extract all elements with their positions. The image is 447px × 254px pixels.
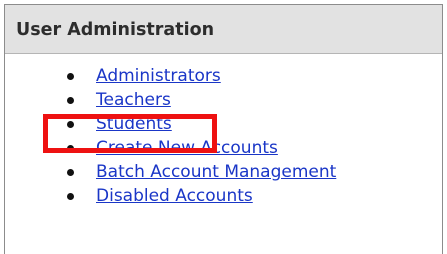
list-item-administrators: Administrators	[5, 64, 442, 88]
bullet-icon	[67, 169, 74, 176]
students-link[interactable]: Students	[96, 114, 172, 134]
bullet-icon	[67, 193, 74, 200]
panel-title: User Administration	[5, 5, 442, 54]
list-item-create-new-accounts: Create New Accounts	[5, 136, 442, 160]
create-new-accounts-link[interactable]: Create New Accounts	[96, 138, 278, 158]
list-item-teachers: Teachers	[5, 88, 442, 112]
list-item-disabled-accounts: Disabled Accounts	[5, 184, 442, 208]
bullet-icon	[67, 97, 74, 104]
user-administration-panel: User Administration Administrators Teach…	[4, 4, 443, 254]
list-item-batch-account-management: Batch Account Management	[5, 160, 442, 184]
batch-account-management-link[interactable]: Batch Account Management	[96, 162, 336, 182]
bullet-icon	[67, 145, 74, 152]
disabled-accounts-link[interactable]: Disabled Accounts	[96, 186, 253, 206]
teachers-link[interactable]: Teachers	[96, 90, 171, 110]
administrators-link[interactable]: Administrators	[96, 66, 221, 86]
admin-links-list: Administrators Teachers Students Create …	[5, 64, 442, 208]
bullet-icon	[67, 121, 74, 128]
bullet-icon	[67, 73, 74, 80]
list-item-students: Students	[5, 112, 442, 136]
